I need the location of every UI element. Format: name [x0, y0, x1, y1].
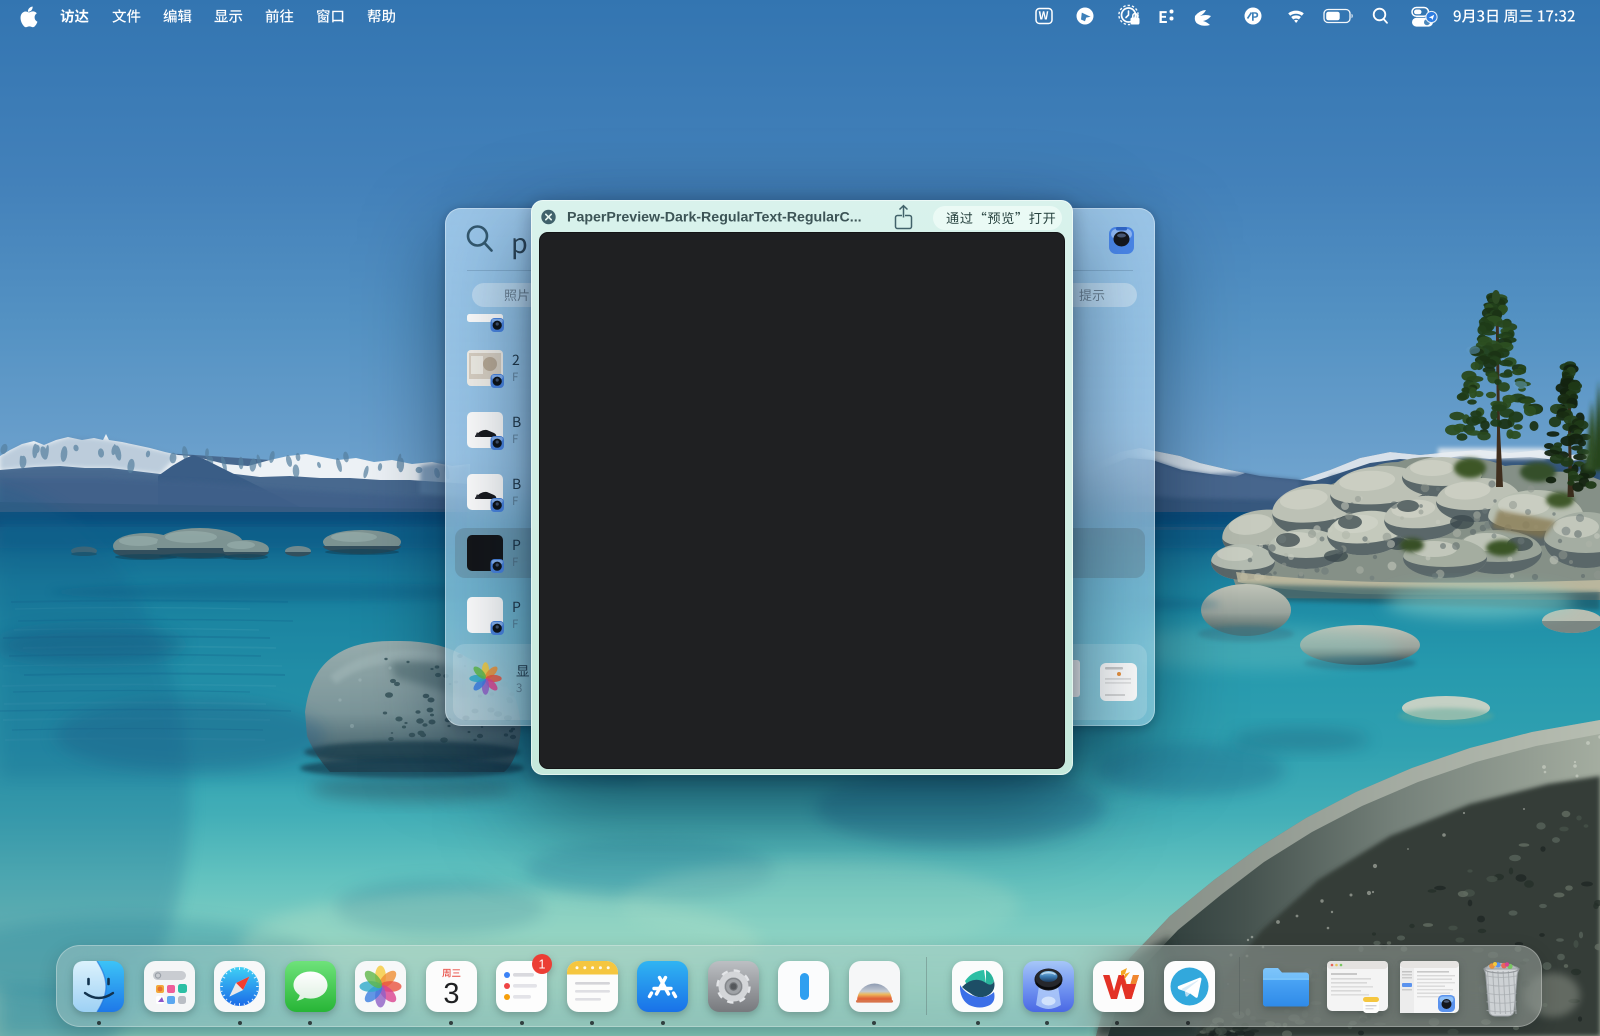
- svg-text:1: 1: [539, 957, 546, 971]
- svg-text:3: 3: [443, 978, 459, 1010]
- svg-text:PaperPreview-Dark-RegularText-: PaperPreview-Dark-RegularText-RegularC..…: [567, 210, 862, 226]
